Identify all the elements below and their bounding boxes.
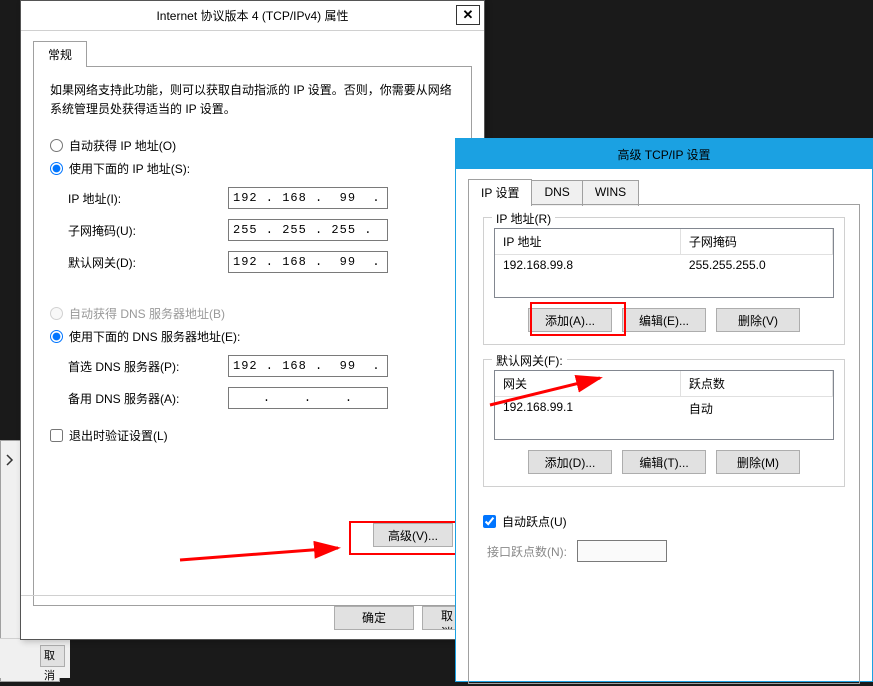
background-cancel-button[interactable]: 取消	[40, 645, 65, 667]
list-item[interactable]: 192.168.99.1 自动	[495, 397, 833, 420]
ip-address-label: IP 地址(I):	[68, 190, 228, 207]
ip-address-input[interactable]	[228, 187, 388, 209]
add-gateway-button[interactable]: 添加(D)...	[528, 450, 612, 474]
metric-group: 自动跃点(U) 接口跃点数(N):	[483, 501, 845, 566]
radio-static-dns-label: 使用下面的 DNS 服务器地址(E):	[69, 328, 240, 345]
ip-addresses-group-title: IP 地址(R)	[492, 210, 555, 227]
interface-metric-input	[577, 540, 667, 562]
auto-metric-label: 自动跃点(U)	[502, 513, 567, 530]
radio-static-dns-row[interactable]: 使用下面的 DNS 服务器地址(E):	[50, 328, 455, 345]
preferred-dns-input[interactable]	[228, 355, 388, 377]
edit-ip-button[interactable]: 编辑(E)...	[622, 308, 706, 332]
radio-auto-ip[interactable]	[50, 139, 63, 152]
interface-metric-label: 接口跃点数(N):	[487, 543, 567, 560]
advanced-tcpip-dialog: 高级 TCP/IP 设置 IP 设置 DNS WINS IP 地址(R) IP …	[455, 138, 873, 682]
tab-wins[interactable]: WINS	[582, 180, 639, 206]
gateways-group-title: 默认网关(F):	[492, 352, 567, 369]
gw-row-address: 192.168.99.1	[495, 397, 681, 420]
tab-dns[interactable]: DNS	[531, 180, 582, 206]
ip-addresses-group: IP 地址(R) IP 地址 子网掩码 192.168.99.8 255.255…	[483, 217, 845, 345]
default-gateway-input[interactable]	[228, 251, 388, 273]
gw-col-gateway[interactable]: 网关	[495, 371, 681, 397]
gateways-list[interactable]: 网关 跃点数 192.168.99.1 自动	[494, 370, 834, 440]
close-icon: ✕	[463, 7, 474, 23]
subnet-mask-label: 子网掩码(U):	[68, 222, 228, 239]
radio-auto-ip-row[interactable]: 自动获得 IP 地址(O)	[50, 137, 455, 154]
ipv4-properties-dialog: Internet 协议版本 4 (TCP/IPv4) 属性 ✕ 常规 如果网络支…	[20, 0, 485, 640]
dialog1-body: 如果网络支持此功能，则可以获取自动指派的 IP 设置。否则，你需要从网络系统管理…	[33, 66, 472, 606]
remove-gateway-button[interactable]: 删除(M)	[716, 450, 800, 474]
ip-col-address[interactable]: IP 地址	[495, 229, 681, 255]
ip-addresses-list[interactable]: IP 地址 子网掩码 192.168.99.8 255.255.255.0	[494, 228, 834, 298]
radio-static-ip[interactable]	[50, 162, 63, 175]
radio-auto-dns	[50, 307, 63, 320]
alternate-dns-input[interactable]	[228, 387, 388, 409]
validate-checkbox[interactable]	[50, 429, 63, 442]
dialog1-footer: 确定 取消	[21, 595, 484, 639]
advanced-button[interactable]: 高级(V)...	[373, 523, 453, 547]
description-text: 如果网络支持此功能，则可以获取自动指派的 IP 设置。否则，你需要从网络系统管理…	[50, 81, 455, 119]
radio-auto-dns-row: 自动获得 DNS 服务器地址(B)	[50, 305, 455, 322]
validate-checkbox-row[interactable]: 退出时验证设置(L)	[50, 427, 455, 444]
auto-metric-checkbox[interactable]	[483, 515, 496, 528]
tab-ip-settings[interactable]: IP 设置	[468, 179, 532, 205]
close-button[interactable]: ✕	[456, 5, 480, 25]
ip-row-mask: 255.255.255.0	[681, 255, 833, 275]
default-gateway-label: 默认网关(D):	[68, 254, 228, 271]
add-ip-button[interactable]: 添加(A)...	[528, 308, 612, 332]
ok-button[interactable]: 确定	[334, 606, 414, 630]
chevron-right-icon[interactable]	[6, 454, 14, 466]
radio-static-dns[interactable]	[50, 330, 63, 343]
remove-ip-button[interactable]: 删除(V)	[716, 308, 800, 332]
gateways-group: 默认网关(F): 网关 跃点数 192.168.99.1 自动 添加(D)...…	[483, 359, 845, 487]
preferred-dns-label: 首选 DNS 服务器(P):	[68, 358, 228, 375]
subnet-mask-input[interactable]	[228, 219, 388, 241]
radio-auto-ip-label: 自动获得 IP 地址(O)	[69, 137, 176, 154]
edit-gateway-button[interactable]: 编辑(T)...	[622, 450, 706, 474]
tab-general[interactable]: 常规	[33, 41, 87, 67]
alternate-dns-label: 备用 DNS 服务器(A):	[68, 390, 228, 407]
list-item[interactable]: 192.168.99.8 255.255.255.0	[495, 255, 833, 275]
dialog2-body: IP 地址(R) IP 地址 子网掩码 192.168.99.8 255.255…	[468, 204, 860, 684]
radio-static-ip-row[interactable]: 使用下面的 IP 地址(S):	[50, 160, 455, 177]
dialog1-title: Internet 协议版本 4 (TCP/IPv4) 属性	[156, 7, 348, 24]
dialog1-titlebar: Internet 协议版本 4 (TCP/IPv4) 属性 ✕	[21, 1, 484, 31]
radio-static-ip-label: 使用下面的 IP 地址(S):	[69, 160, 190, 177]
validate-checkbox-label: 退出时验证设置(L)	[69, 427, 168, 444]
ip-row-address: 192.168.99.8	[495, 255, 681, 275]
ip-col-mask[interactable]: 子网掩码	[681, 229, 833, 255]
radio-auto-dns-label: 自动获得 DNS 服务器地址(B)	[69, 305, 225, 322]
gw-row-metric: 自动	[681, 397, 833, 420]
auto-metric-row[interactable]: 自动跃点(U)	[483, 513, 845, 530]
dialog2-titlebar: 高级 TCP/IP 设置	[456, 139, 872, 169]
dialog2-title: 高级 TCP/IP 设置	[617, 146, 710, 163]
gw-col-metric[interactable]: 跃点数	[681, 371, 833, 397]
